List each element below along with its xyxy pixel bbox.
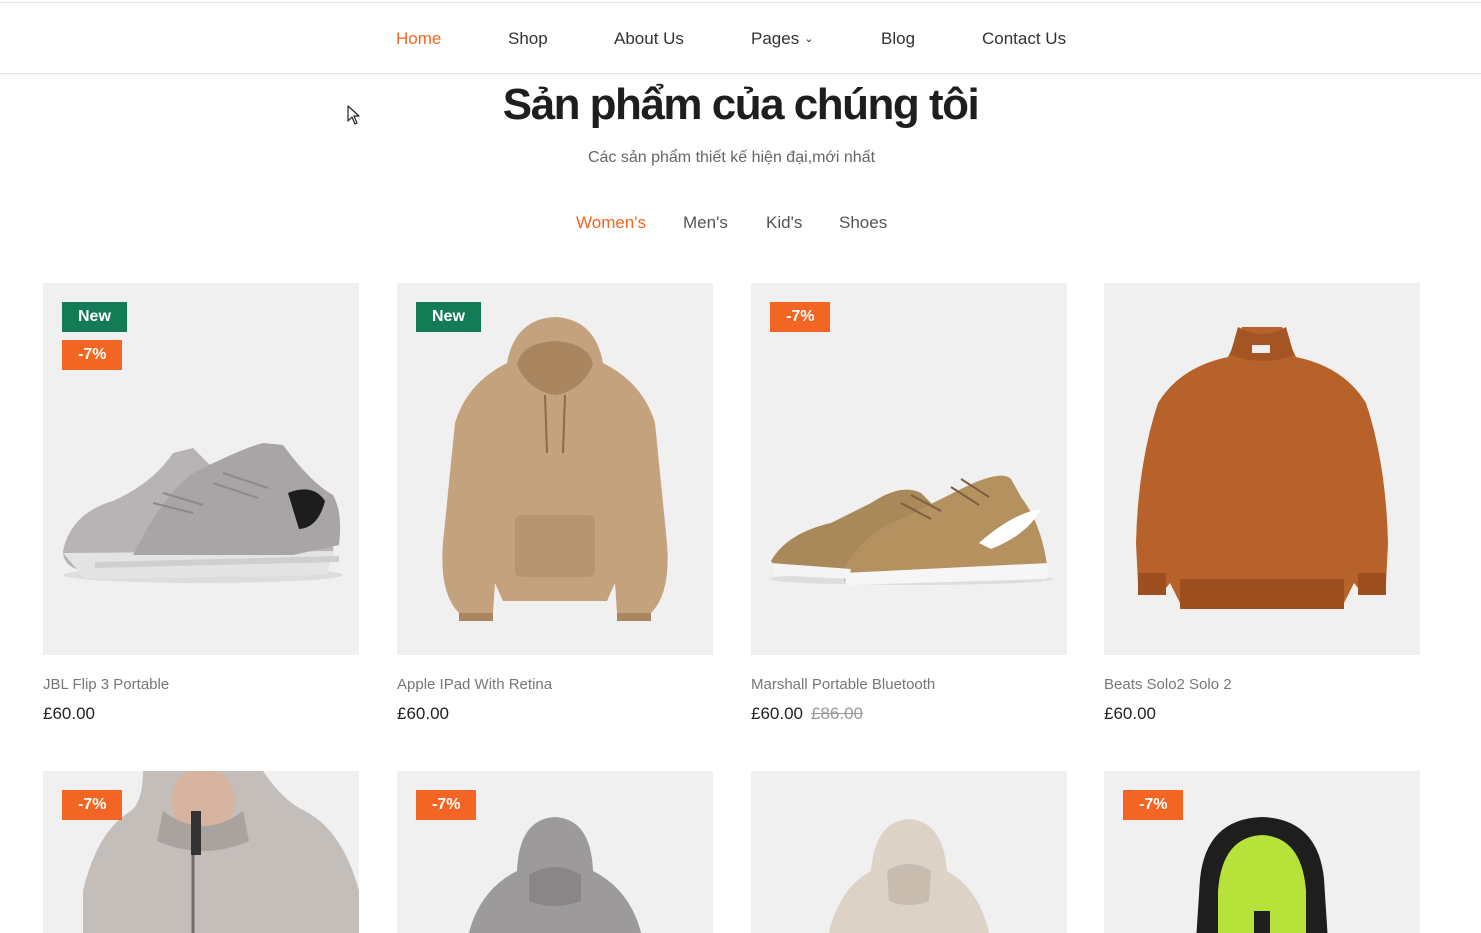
new-badge: New [62, 302, 127, 332]
discount-badge: -7% [770, 302, 831, 332]
price-current: £60.00 [751, 704, 803, 723]
product-image[interactable]: -7% [751, 283, 1067, 655]
product-image[interactable] [1104, 283, 1420, 655]
product-price: £60.00 [43, 704, 95, 724]
nav-blog[interactable]: Blog [881, 29, 915, 49]
tan-sneakers-image [769, 475, 1053, 585]
discount-badge: -7% [1123, 790, 1184, 820]
product-price: £60.00 [397, 704, 449, 724]
discount-badge: -7% [62, 340, 123, 370]
tab-shoes[interactable]: Shoes [839, 213, 887, 233]
product-price: £60.00 £86.00 [751, 704, 863, 724]
product-image[interactable]: -7% [397, 771, 713, 933]
chevron-down-icon: ⌄ [804, 33, 814, 45]
product-image[interactable]: -7% [1104, 771, 1420, 933]
price-current: £60.00 [397, 704, 449, 723]
section-title: Sản phẩm của chúng tôi [502, 80, 980, 129]
product-card[interactable]: -7% [397, 771, 713, 933]
brown-sweater-image [1136, 327, 1388, 609]
product-card[interactable]: -7% [43, 771, 359, 933]
discount-badge: -7% [416, 790, 477, 820]
tab-mens[interactable]: Men's [683, 213, 728, 233]
beige-hoodie-image [828, 819, 990, 933]
tan-hoodie-image [442, 317, 668, 621]
product-card[interactable] [751, 771, 1067, 933]
price-current: £60.00 [1104, 704, 1156, 723]
product-card[interactable]: Beats Solo2 Solo 2 £60.00 [1104, 283, 1420, 723]
nav-pages[interactable]: Pages ⌄ [751, 29, 813, 49]
price-original: £86.00 [811, 704, 863, 723]
product-card[interactable]: -7% [1104, 771, 1420, 933]
product-image[interactable]: New [397, 283, 713, 655]
product-name[interactable]: Marshall Portable Bluetooth [751, 676, 935, 693]
main-nav: Home Shop About Us Pages ⌄ Blog Contact U… [0, 2, 1481, 74]
nav-shop[interactable]: Shop [508, 29, 548, 49]
product-name[interactable]: Beats Solo2 Solo 2 [1104, 676, 1232, 693]
tab-kids[interactable]: Kid's [766, 213, 802, 233]
product-card[interactable]: -7% Marshall Portable Bluetooth £60.00 £8… [751, 283, 1067, 723]
product-name[interactable]: JBL Flip 3 Portable [43, 676, 169, 693]
price-current: £60.00 [43, 704, 95, 723]
product-name[interactable]: Apple IPad With Retina [397, 676, 552, 693]
section-subtitle: Các sản phẩm thiết kế hiện đại,mới nhất [587, 149, 876, 166]
product-image[interactable] [751, 771, 1067, 933]
nav-about-us[interactable]: About Us [614, 29, 684, 49]
product-card[interactable]: New Apple IPad With Retina £60.00 [397, 283, 713, 723]
nav-pages-label: Pages [751, 29, 800, 48]
discount-badge: -7% [62, 790, 123, 820]
product-image[interactable]: New -7% [43, 283, 359, 655]
nav-home[interactable]: Home [396, 29, 441, 49]
new-badge: New [416, 302, 481, 332]
product-card[interactable]: New -7% JBL Flip 3 Portable £60.00 [43, 283, 359, 723]
product-image[interactable]: -7% [43, 771, 359, 933]
product-price: £60.00 [1104, 704, 1156, 724]
tab-womens[interactable]: Women's [576, 213, 646, 233]
grey-sneakers-image [63, 443, 343, 583]
nav-contact-us[interactable]: Contact Us [982, 29, 1066, 49]
